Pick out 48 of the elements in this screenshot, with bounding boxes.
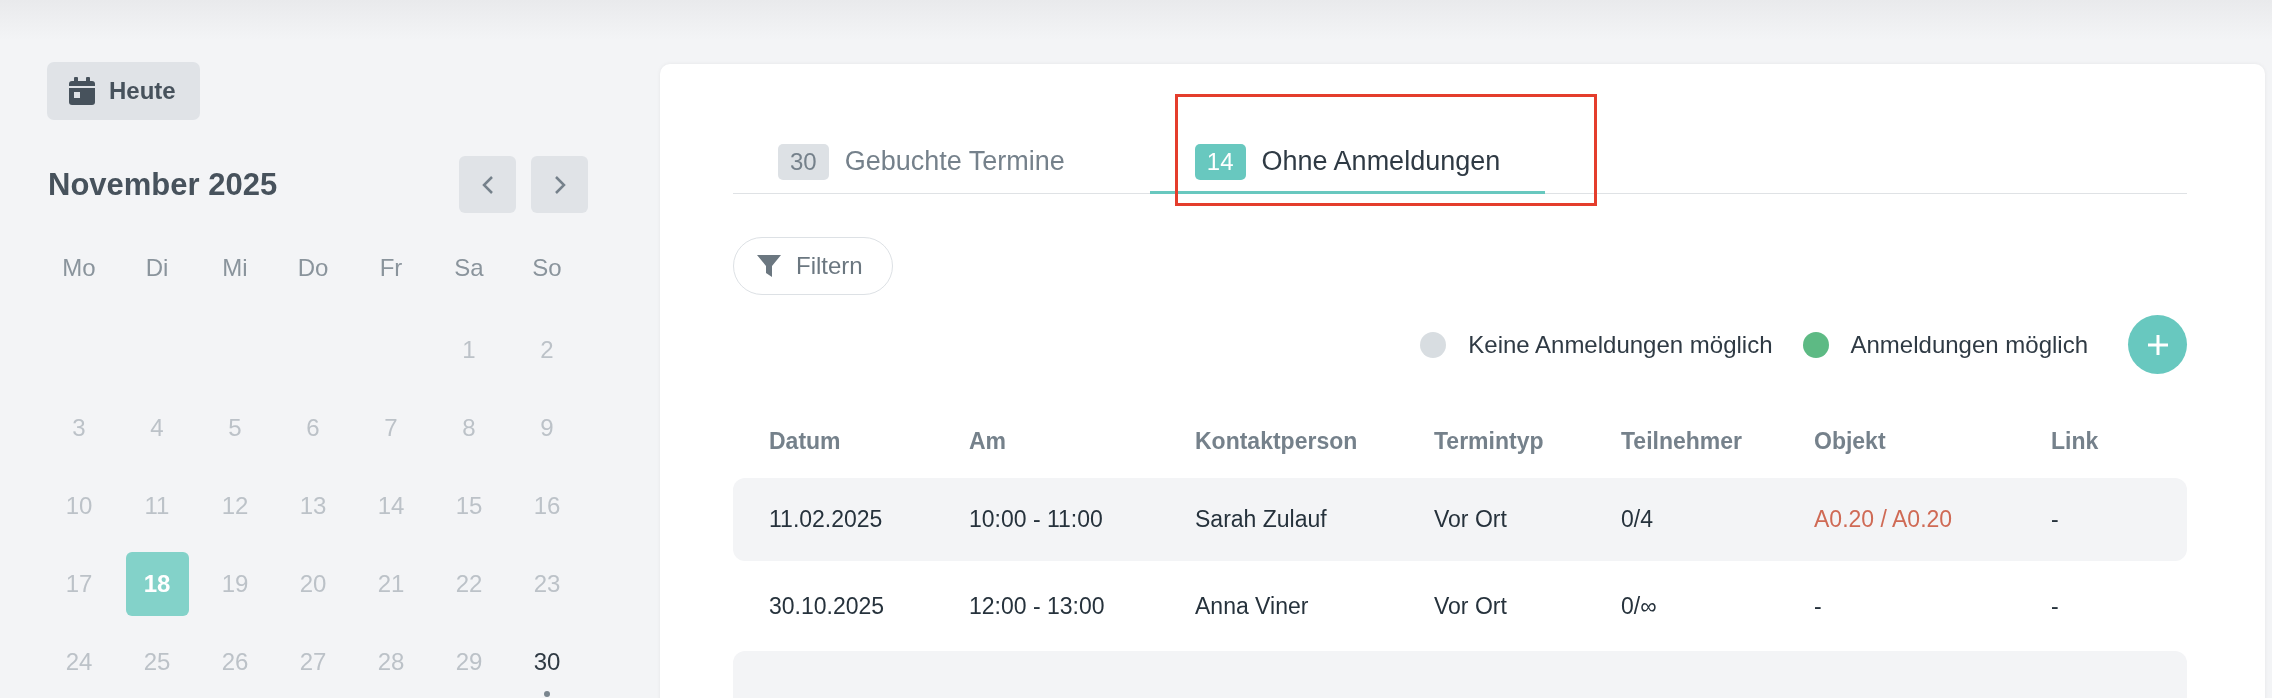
table-cell-text: 11.02.2025: [769, 506, 884, 533]
chevron-right-icon: [553, 174, 566, 195]
column-header: Kontaktperson: [1195, 427, 1359, 455]
tab[interactable]: 14 Ohne Anmeldungen: [1149, 132, 1546, 194]
weekday-label: Do: [296, 253, 330, 283]
column-header: Am: [969, 427, 1008, 455]
table-cell-text: -: [2051, 592, 2060, 620]
object-link[interactable]: A0.20 / A0.20: [1814, 506, 2051, 533]
legend-label: Anmeldungen möglich: [1850, 330, 2088, 359]
tab-label: Ohne Anmeldungen: [1261, 146, 1501, 177]
column-header: Teilnehmer: [1621, 427, 1743, 455]
tab-label: Gebuchte Termine: [844, 146, 1065, 177]
column-header: Link: [2051, 427, 2100, 455]
weekday-label: Fr: [378, 253, 404, 283]
filter-button[interactable]: Filtern: [733, 237, 893, 295]
count-badge: 30: [778, 143, 829, 180]
table-cell-text: 0/4: [1621, 506, 1654, 533]
today-button[interactable]: Heute: [47, 62, 200, 120]
table-cell-text: 10:00 - 11:00: [969, 506, 1104, 533]
weekday-label: Di: [144, 253, 170, 283]
column-header: Termintyp: [1434, 427, 1545, 455]
table-cell-text: Vor Ort: [1434, 506, 1508, 533]
filter-icon: [756, 253, 782, 279]
table-cell-text: 30.10.2025: [769, 592, 886, 620]
chevron-left-icon: [481, 174, 494, 195]
table-cell-text: Sarah Zulauf: [1195, 506, 1328, 533]
column-header: Datum: [769, 427, 842, 455]
calendar-day[interactable]: 30: [515, 630, 579, 694]
weekday-label: Sa: [453, 253, 485, 283]
table-cell-text: Vor Ort: [1434, 592, 1508, 620]
weekday-label: So: [531, 253, 563, 283]
table-cell-text: 0/∞: [1621, 592, 1658, 620]
weekday-label: Mo: [61, 253, 97, 283]
table-cell-text: -: [2051, 506, 2060, 533]
column-header: Objekt: [1814, 427, 1887, 455]
next-month-button[interactable]: [531, 156, 588, 213]
weekday-label: Mi: [221, 253, 249, 283]
calendar-day[interactable]: 18: [125, 552, 189, 616]
count-badge: 14: [1194, 143, 1246, 180]
table-cell-text: -: [1814, 592, 1823, 620]
tab[interactable]: 30 Gebuchte Termine: [778, 132, 1110, 194]
plus-icon: [2145, 332, 2170, 357]
table-cell-text: 12:00 - 13:00: [969, 592, 1106, 620]
calendar-icon: [69, 77, 95, 105]
legend-label: Keine Anmeldungen möglich: [1468, 330, 1773, 359]
previous-month-button[interactable]: [459, 156, 516, 213]
table-cell-text: Anna Viner: [1195, 592, 1310, 620]
month-title: November 2025: [48, 166, 279, 203]
